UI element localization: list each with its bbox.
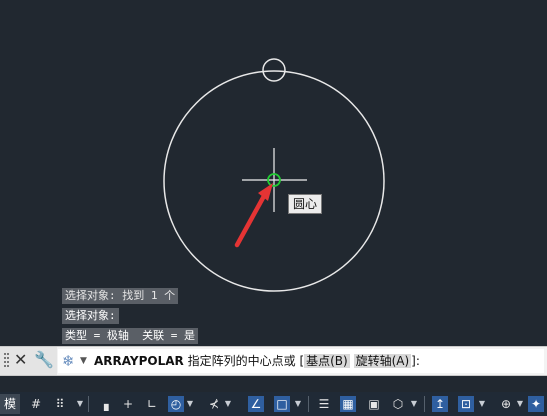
selection-filter-dropdown-icon[interactable]: ▼ xyxy=(478,396,486,412)
object-snap-icon[interactable]: □ xyxy=(274,396,290,412)
polar-dropdown-icon[interactable]: ▼ xyxy=(186,396,194,412)
center-snap-tooltip: 圆心 xyxy=(288,194,323,214)
command-name: ARRAYPOLAR xyxy=(94,354,184,368)
dynamic-ucs-icon[interactable]: ↥ xyxy=(432,396,448,412)
isometric-icon[interactable]: ⊀ xyxy=(206,396,222,412)
gizmo-icon[interactable]: ⊕ xyxy=(498,396,514,412)
transparency-icon[interactable]: ▦ xyxy=(340,396,356,412)
ortho-icon[interactable]: ∟ xyxy=(144,396,160,412)
command-close-bracket: ]: xyxy=(411,354,420,368)
command-history-line-2: 选择对象: xyxy=(62,308,119,324)
grid-icon[interactable]: # xyxy=(28,396,44,412)
isometric-dropdown-icon[interactable]: ▼ xyxy=(224,396,232,412)
selection-filter-icon[interactable]: ⊡ xyxy=(458,396,474,412)
dynamic-input-icon[interactable]: + xyxy=(120,396,136,412)
infer-constraints-icon[interactable]: ▗ xyxy=(96,396,112,412)
command-prompt-text: 指定阵列的中心点或 xyxy=(187,354,296,368)
command-input[interactable]: ❄ ▼ ARRAYPOLAR 指定阵列的中心点或 [基点(B) 旋转轴(A)]: xyxy=(58,349,544,373)
object-snap-tracking-icon[interactable]: ∠ xyxy=(248,396,264,412)
option-rotation-axis[interactable]: 旋转轴(A) xyxy=(353,354,412,368)
status-bar: 模型 # ⠿ ▼ ▗ + ∟ ◴ ▼ ⊀ ▼ ∠ □ ▼ ☰ ▦ ▣ ⬡ ▼ ↥… xyxy=(0,392,547,416)
gizmo-dropdown-icon[interactable]: ▼ xyxy=(516,396,524,412)
option-base-point[interactable]: 基点(B) xyxy=(304,354,350,368)
close-icon[interactable]: ✕ xyxy=(14,350,27,370)
annotation-visibility-icon[interactable]: ✦ xyxy=(528,396,544,412)
command-prompt: ARRAYPOLAR 指定阵列的中心点或 [基点(B) 旋转轴(A)]: xyxy=(94,349,420,373)
tab-model[interactable]: 模型 xyxy=(0,394,20,414)
command-history-line-3: 类型 = 极轴 关联 = 是 xyxy=(62,328,198,344)
snap-icon[interactable]: ⠿ xyxy=(52,396,68,412)
command-history-line-1: 选择对象: 找到 1 个 xyxy=(62,288,179,304)
3d-osnap-icon[interactable]: ⬡ xyxy=(390,396,406,412)
autocad-window: 圆心 选择对象: 找到 1 个 选择对象: 类型 = 极轴 关联 = 是 ✕ 🔧… xyxy=(0,0,547,416)
command-line-grip-icon[interactable] xyxy=(4,353,10,369)
command-line-controls: ✕ 🔧 xyxy=(0,347,57,375)
3d-osnap-dropdown-icon[interactable]: ▼ xyxy=(410,396,418,412)
command-array-icon[interactable]: ❄ xyxy=(62,351,75,371)
command-line: ✕ 🔧 ❄ ▼ ARRAYPOLAR 指定阵列的中心点或 [基点(B) 旋转轴(… xyxy=(0,346,547,376)
polar-tracking-icon[interactable]: ◴ xyxy=(168,396,184,412)
snap-dropdown-icon[interactable]: ▼ xyxy=(76,396,84,412)
selection-cycling-icon[interactable]: ▣ xyxy=(366,396,382,412)
wrench-icon[interactable]: 🔧 xyxy=(34,350,54,370)
chevron-down-icon[interactable]: ▼ xyxy=(80,353,87,369)
object-snap-dropdown-icon[interactable]: ▼ xyxy=(294,396,302,412)
lineweight-icon[interactable]: ☰ xyxy=(316,396,332,412)
